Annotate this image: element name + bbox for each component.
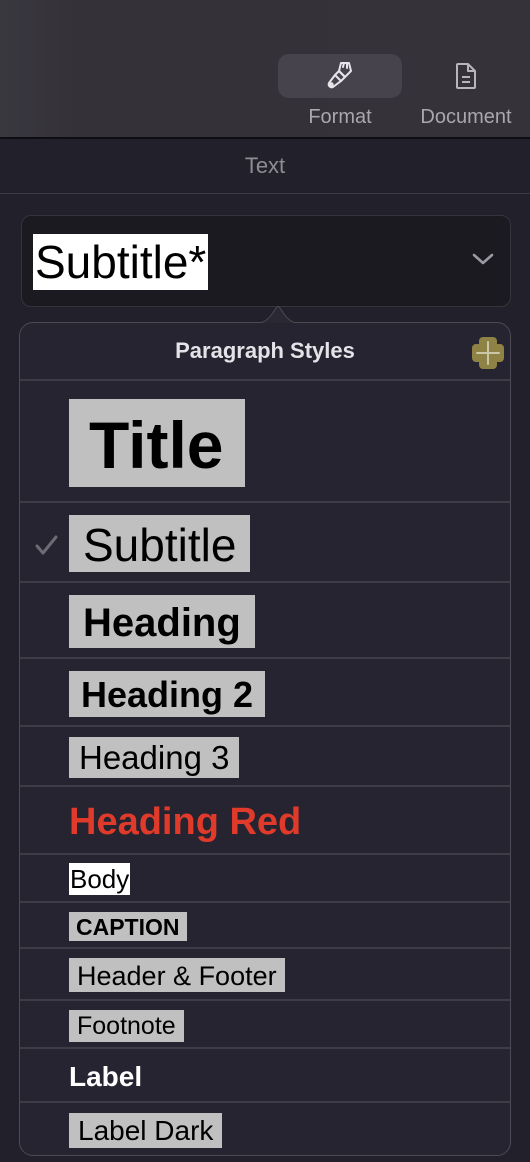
style-item-label: Heading Red <box>69 801 302 843</box>
style-item-label: Label Dark <box>69 1113 223 1148</box>
style-item-label: Heading 2 <box>69 671 266 717</box>
style-item-label: Label <box>69 1061 143 1092</box>
current-style-value: Subtitle* <box>33 234 209 290</box>
document-button-label[interactable]: Document <box>404 106 528 129</box>
document-icon <box>456 63 476 89</box>
style-item-label: Title <box>69 399 246 487</box>
popover-arrow <box>248 306 308 324</box>
style-item-title[interactable]: Title <box>20 381 510 503</box>
menu-title-text: Paragraph Styles <box>175 338 355 363</box>
paragraph-style-popup[interactable]: Subtitle* <box>21 215 511 307</box>
style-item-header-footer[interactable]: Header & Footer <box>20 949 510 1001</box>
paintbrush-icon <box>327 62 352 89</box>
style-item-label: Header & Footer <box>69 958 285 992</box>
style-item-caption[interactable]: CAPTION <box>20 903 510 949</box>
style-item-subtitle[interactable]: Subtitle <box>20 503 510 583</box>
section-title: Text <box>0 139 530 194</box>
style-item-label-dark[interactable]: Label Dark <box>20 1103 510 1155</box>
style-item-footnote[interactable]: Footnote <box>20 1001 510 1049</box>
checkmark-icon <box>35 535 58 555</box>
style-item-heading-red[interactable]: Heading Red <box>20 787 510 855</box>
paragraph-styles-menu: Paragraph Styles Title Subtitle Heading … <box>19 306 511 1156</box>
style-item-heading[interactable]: Heading <box>20 583 510 659</box>
format-button[interactable] <box>278 54 402 98</box>
inspector-toolbar: Format Document <box>0 0 530 139</box>
style-item-label: Subtitle <box>69 515 251 572</box>
document-button[interactable] <box>404 54 528 98</box>
style-item-body[interactable]: Body <box>20 855 510 903</box>
menu-title: Paragraph Styles <box>20 323 510 381</box>
style-item-heading-2[interactable]: Heading 2 <box>20 659 510 727</box>
style-item-heading-3[interactable]: Heading 3 <box>20 727 510 787</box>
chevron-down-icon[interactable] <box>470 246 496 272</box>
style-item-label[interactable]: Label <box>20 1049 510 1103</box>
style-item-label: Footnote <box>69 1010 184 1042</box>
style-item-label: CAPTION <box>69 912 187 941</box>
add-style-icon[interactable] <box>470 335 506 371</box>
format-button-label[interactable]: Format <box>278 106 402 129</box>
style-item-label: Body <box>69 863 131 895</box>
style-item-label: Heading 3 <box>69 737 240 778</box>
style-item-label: Heading <box>69 595 255 648</box>
